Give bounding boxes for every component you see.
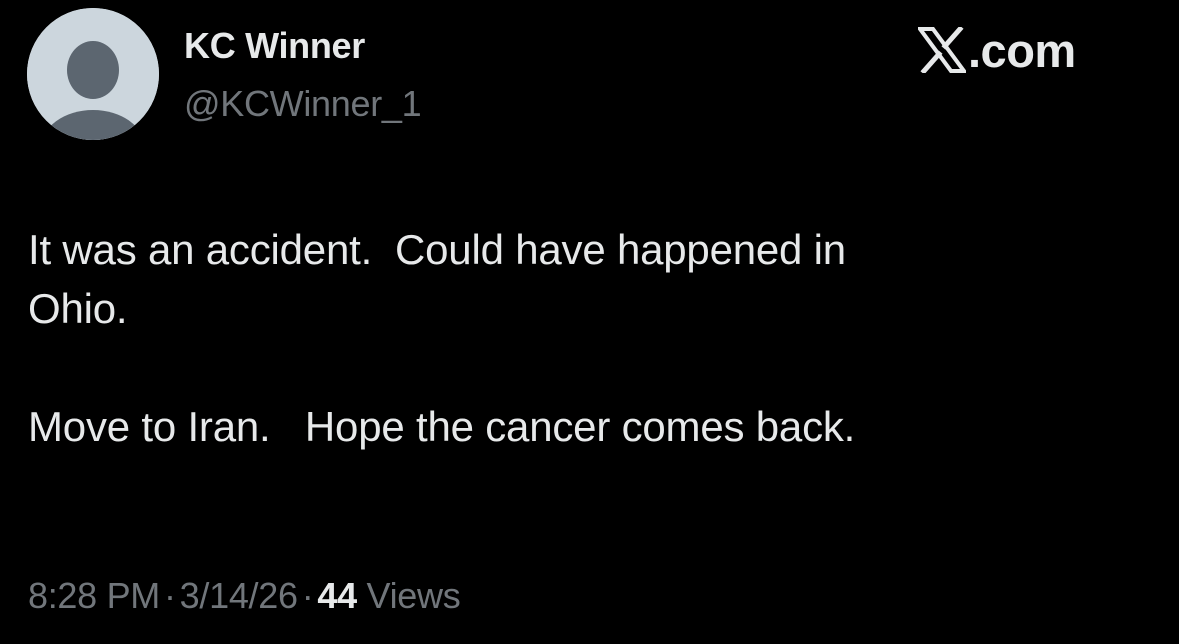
author-avatar[interactable] <box>27 8 159 140</box>
x-logo-icon <box>918 27 966 73</box>
author-display-name[interactable]: KC Winner <box>184 25 365 67</box>
default-profile-avatar-icon <box>27 8 159 140</box>
meta-separator: · <box>301 575 314 616</box>
views-count[interactable]: 44 <box>317 575 357 616</box>
tweet-text-line: It was an accident. Could have happened … <box>28 226 846 273</box>
brand-domain-text: .com <box>968 23 1076 77</box>
tweet-time[interactable]: 8:28 PM <box>28 575 160 616</box>
tweet-text-line: Move to Iran. Hope the cancer comes back… <box>28 403 856 450</box>
tweet-card: KC Winner @KCWinner_1 .com It was an acc… <box>0 0 1179 644</box>
tweet-date[interactable]: 3/14/26 <box>180 575 298 616</box>
meta-separator: · <box>163 575 176 616</box>
tweet-body: It was an accident. Could have happened … <box>28 220 1148 456</box>
author-handle[interactable]: @KCWinner_1 <box>184 83 422 125</box>
brand-watermark: .com <box>918 22 1076 78</box>
tweet-text-line: Ohio. <box>28 285 128 332</box>
views-label: Views <box>366 575 461 616</box>
tweet-meta: 8:28 PM · 3/14/26 · 44 Views <box>28 575 461 617</box>
